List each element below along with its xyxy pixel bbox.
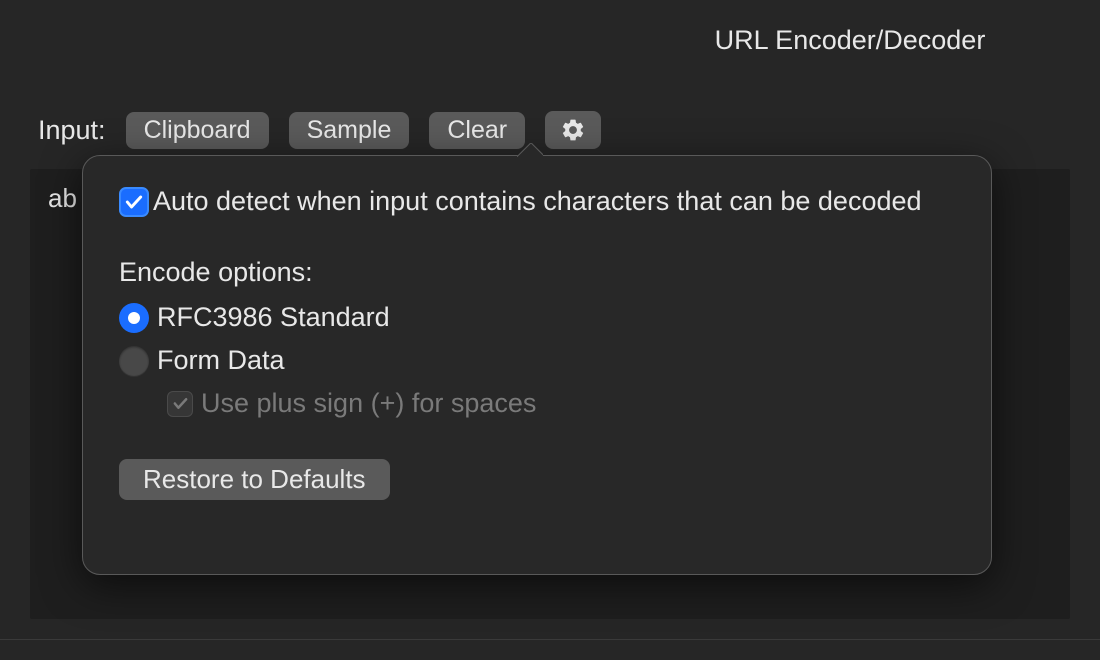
clipboard-button[interactable]: Clipboard bbox=[126, 112, 269, 149]
sample-button[interactable]: Sample bbox=[289, 112, 410, 149]
form-data-radio-label: Form Data bbox=[157, 345, 285, 376]
check-icon bbox=[172, 395, 189, 412]
encode-options-heading: Encode options: bbox=[119, 257, 955, 288]
gear-icon bbox=[560, 117, 586, 143]
auto-detect-checkbox[interactable] bbox=[119, 187, 149, 217]
rfc3986-radio[interactable] bbox=[119, 303, 149, 333]
rfc3986-radio-label: RFC3986 Standard bbox=[157, 302, 390, 333]
input-toolbar: Input: Clipboard Sample Clear bbox=[0, 111, 1100, 149]
auto-detect-label: Auto detect when input contains characte… bbox=[153, 186, 922, 217]
plus-sign-label: Use plus sign (+) for spaces bbox=[201, 388, 536, 419]
clear-button[interactable]: Clear bbox=[429, 112, 525, 149]
form-data-radio[interactable] bbox=[119, 346, 149, 376]
input-value: ab bbox=[48, 183, 77, 213]
check-icon bbox=[124, 192, 144, 212]
page-title: URL Encoder/Decoder bbox=[715, 25, 986, 56]
plus-sign-checkbox[interactable] bbox=[167, 391, 193, 417]
settings-button[interactable] bbox=[545, 111, 601, 149]
restore-defaults-button[interactable]: Restore to Defaults bbox=[119, 459, 390, 500]
settings-popover: Auto detect when input contains characte… bbox=[82, 155, 992, 575]
bottom-divider bbox=[0, 639, 1100, 640]
popover-arrow bbox=[517, 143, 543, 157]
input-label: Input: bbox=[38, 115, 106, 146]
